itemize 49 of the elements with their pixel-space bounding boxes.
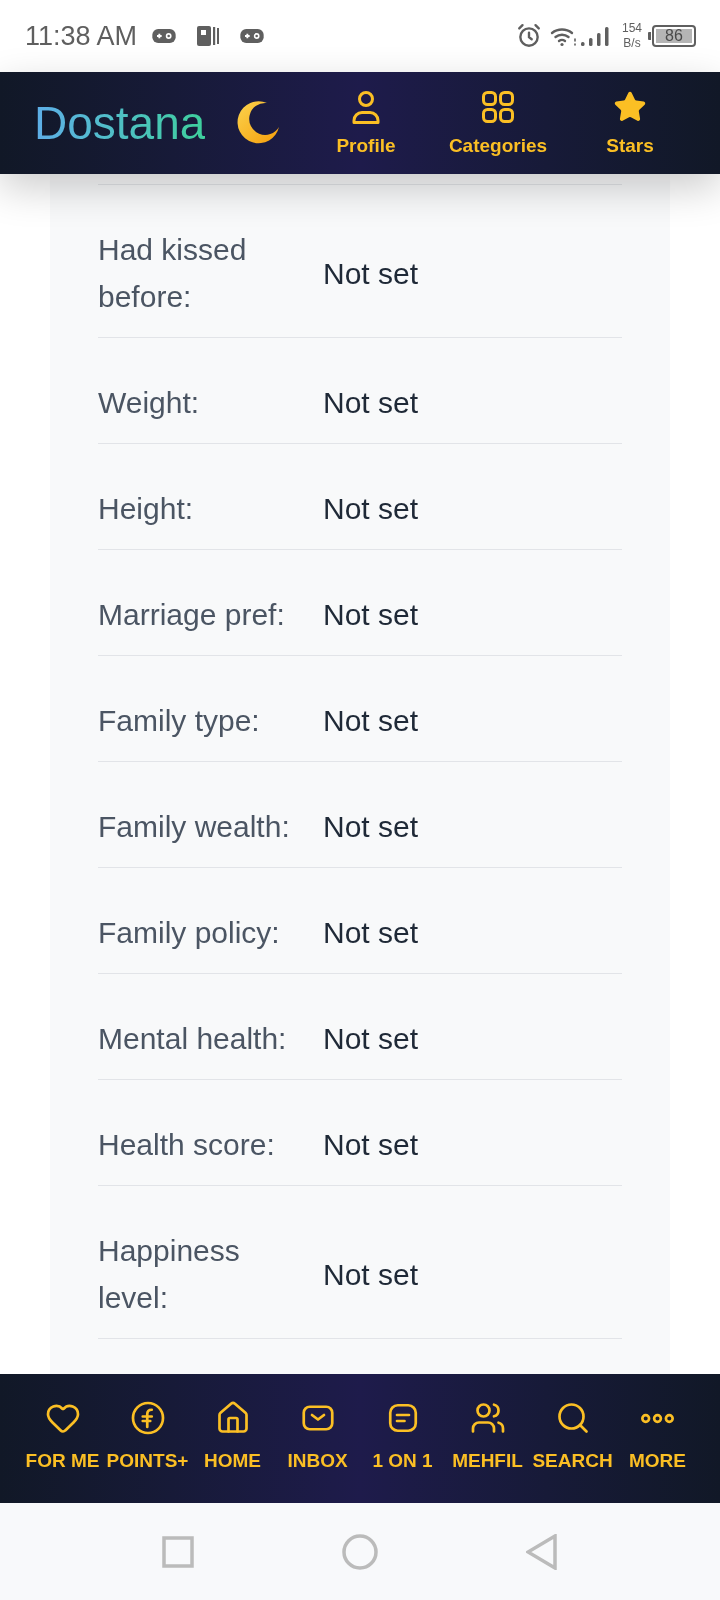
more-icon: [641, 1412, 674, 1424]
grid-icon: [481, 90, 515, 124]
bottom-nav-item[interactable]: INBOX: [275, 1374, 360, 1503]
bottom-nav-item[interactable]: SEARCH: [530, 1374, 615, 1503]
home-circle-icon[interactable]: [342, 1533, 378, 1570]
gamepad-icon: [240, 29, 265, 43]
user-icon: [349, 90, 383, 124]
field-value: Not set: [323, 597, 419, 633]
star-icon: [613, 90, 647, 124]
bottom-nav-item[interactable]: FOR ME: [20, 1374, 105, 1503]
field-label: Happiness level:: [98, 1233, 241, 1316]
field-value: Not set: [323, 1127, 419, 1163]
field-label: Mental health:: [98, 1021, 288, 1057]
field-value: Not set: [323, 809, 419, 845]
app-notification-icon: [196, 25, 221, 47]
bottom-nav-item[interactable]: POINTS+: [105, 1374, 190, 1503]
field-label: Family type:: [98, 703, 261, 739]
field-value: Not set: [323, 1021, 419, 1057]
header-nav-link[interactable]: Profile: [300, 72, 432, 174]
field-value: Not set: [323, 255, 419, 292]
field-value: Not set: [323, 915, 419, 951]
field-label: Had kissed before:: [98, 232, 248, 315]
field-value: Not set: [323, 491, 419, 527]
alarm-clock-icon: [515, 23, 542, 49]
bottom-nav-item[interactable]: 1 ON 1: [360, 1374, 445, 1503]
back-triangle-icon[interactable]: [526, 1533, 558, 1570]
header-nav-link[interactable]: Categories: [432, 72, 564, 174]
wifi-icon: [549, 25, 578, 47]
field-label: Health score:: [98, 1127, 276, 1163]
field-label: Marriage pref:: [98, 597, 286, 633]
field-label: Family policy:: [98, 915, 281, 951]
field-label: Height:: [98, 491, 195, 527]
users-icon: [469, 1400, 506, 1436]
bottom-nav-item[interactable]: MEHFIL: [445, 1374, 530, 1503]
header-nav-link[interactable]: Stars: [564, 72, 696, 174]
coin-icon: [129, 1400, 166, 1436]
field-value: Not set: [323, 1256, 419, 1293]
gamepad-icon: [152, 29, 177, 43]
clock-time: 11:38 AM: [25, 22, 138, 50]
field-value: Not set: [323, 385, 419, 421]
network-speed: 154: [621, 21, 642, 36]
network-speed-unit: B/s: [623, 36, 641, 51]
field-label: Weight:: [98, 385, 201, 421]
bottom-nav-item[interactable]: HOME: [190, 1374, 275, 1503]
field-value: Not set: [323, 703, 419, 739]
bottom-nav-item[interactable]: MORE: [615, 1374, 700, 1503]
field-label: Family wealth:: [98, 809, 291, 845]
recent-apps-icon[interactable]: [162, 1535, 194, 1568]
signal-icon: [579, 25, 610, 47]
